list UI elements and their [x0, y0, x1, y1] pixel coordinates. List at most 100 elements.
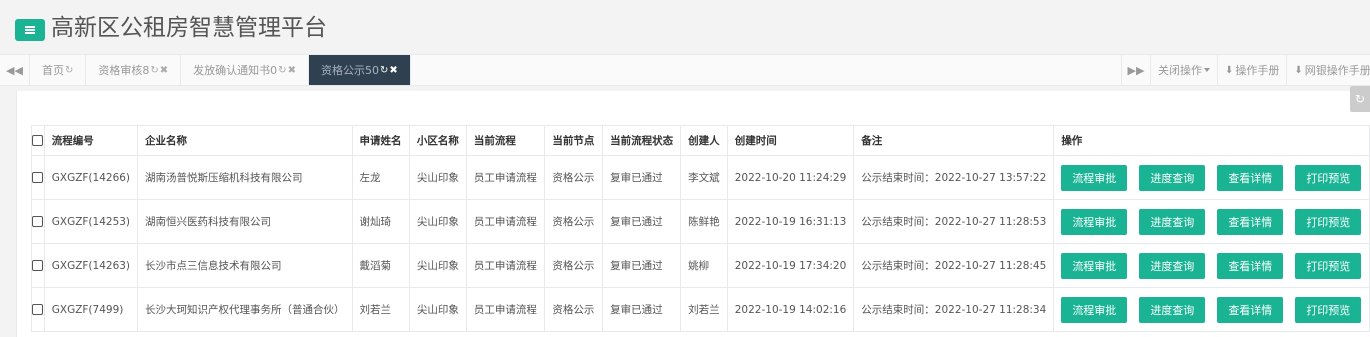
cell-applicant: 戴滔菊	[351, 243, 410, 288]
progress-query-button[interactable]: 进度查询	[1139, 164, 1206, 191]
cell-creator: 李文斌	[680, 155, 728, 200]
cell-process: 员工申请流程	[465, 287, 546, 332]
cell-node: 资格公示	[544, 243, 604, 288]
refresh-icon[interactable]: ↻	[65, 65, 73, 76]
progress-query-button[interactable]: 进度查询	[1139, 252, 1206, 279]
col-header[interactable]: 申请姓名	[351, 125, 410, 156]
tab-qualification-publicity[interactable]: 资格公示50 ↻ ✖	[308, 55, 411, 85]
cell-process: 员工申请流程	[465, 199, 546, 244]
print-preview-button[interactable]: 打印预览	[1295, 252, 1362, 279]
table-row[interactable]: GXGZF(14253) 湖南恒兴医药科技有限公司 谢灿琦 尖山印象 员工申请流…	[31, 199, 1370, 244]
cell-status: 复审已通过	[602, 287, 682, 332]
cell-company: 湖南汤普悦斯压缩机科技有限公司	[137, 155, 353, 200]
manual-download-link[interactable]: ⬇ 操作手册	[1218, 55, 1288, 85]
col-header[interactable]: 备注	[853, 125, 1055, 156]
tab-home[interactable]: 首页 ↻	[30, 55, 87, 85]
row-select-cell	[31, 155, 45, 200]
col-header[interactable]: 当前流程	[465, 125, 546, 156]
col-header[interactable]: 当前流程状态	[602, 125, 682, 156]
view-details-button[interactable]: 查看详情	[1217, 296, 1284, 323]
download-icon: ⬇	[1294, 64, 1303, 76]
cell-node: 资格公示	[544, 199, 604, 244]
progress-query-button[interactable]: 进度查询	[1139, 208, 1206, 235]
approve-button[interactable]: 流程审批	[1061, 208, 1128, 235]
hamburger-icon	[25, 26, 35, 34]
close-icon[interactable]: ✖	[389, 65, 397, 76]
tab-issue-notice[interactable]: 发放确认通知书0 ↻ ✖	[181, 55, 309, 85]
table-row[interactable]: GXGZF(7499) 长沙大珂知识产权代理事务所（普通合伙） 刘若兰 尖山印象…	[31, 287, 1370, 332]
select-all-checkbox[interactable]	[32, 135, 44, 146]
cell-remark: 公示结束时间：2022-10-27 11:28:34	[853, 287, 1055, 332]
refresh-icon[interactable]: ↻	[278, 65, 286, 76]
double-left-arrow-icon: ◀◀	[6, 63, 23, 77]
cell-process-no: GXGZF(7499)	[43, 287, 139, 332]
cell-applicant: 左龙	[351, 155, 410, 200]
cell-created-time: 2022-10-19 16:31:13	[726, 199, 855, 244]
cell-actions: 流程审批 进度查询 查看详情 打印预览	[1053, 155, 1370, 200]
tab-label: 资格审核8	[98, 64, 150, 77]
cell-status: 复审已通过	[602, 155, 682, 200]
refresh-icon: ↻	[1354, 92, 1366, 106]
approve-button[interactable]: 流程审批	[1061, 252, 1128, 279]
cell-company: 长沙大珂知识产权代理事务所（普通合伙）	[137, 287, 353, 332]
cell-applicant: 谢灿琦	[351, 199, 410, 244]
print-preview-button[interactable]: 打印预览	[1295, 208, 1362, 235]
cell-community: 尖山印象	[408, 199, 467, 244]
cell-node: 资格公示	[544, 155, 604, 200]
col-header[interactable]: 当前节点	[544, 125, 604, 156]
double-right-arrow-icon: ▶▶	[1127, 63, 1145, 77]
records-table: 流程编号 企业名称 申请姓名 小区名称 当前流程 当前节点 当前流程状态 创建人…	[31, 125, 1370, 332]
tab-label: 首页	[42, 64, 64, 77]
row-checkbox[interactable]	[32, 304, 44, 315]
tab-qualification-review[interactable]: 资格审核8 ↻ ✖	[86, 55, 182, 85]
table-header-row: 流程编号 企业名称 申请姓名 小区名称 当前流程 当前节点 当前流程状态 创建人…	[31, 125, 1370, 156]
col-header[interactable]: 小区名称	[408, 125, 467, 156]
row-checkbox[interactable]	[32, 216, 44, 227]
col-header[interactable]: 创建时间	[726, 125, 855, 156]
view-details-button[interactable]: 查看详情	[1217, 252, 1284, 279]
row-select-cell	[31, 243, 45, 288]
app-title: 高新区公租房智慧管理平台	[51, 15, 327, 41]
cell-created-time: 2022-10-19 17:34:20	[726, 243, 855, 288]
cell-remark: 公示结束时间：2022-10-27 11:28:53	[853, 199, 1055, 244]
approve-button[interactable]: 流程审批	[1061, 296, 1128, 323]
cell-remark: 公示结束时间：2022-10-27 11:28:45	[853, 243, 1055, 288]
view-details-button[interactable]: 查看详情	[1217, 164, 1284, 191]
table-refresh-button[interactable]: ↻	[1350, 86, 1370, 112]
bank-manual-download-link[interactable]: ⬇ 网银操作手册	[1287, 55, 1370, 85]
cell-process-no: GXGZF(14263)	[43, 243, 139, 288]
approve-button[interactable]: 流程审批	[1061, 164, 1128, 191]
tabs-scroll-right-button[interactable]: ▶▶	[1121, 55, 1151, 85]
progress-query-button[interactable]: 进度查询	[1139, 296, 1206, 323]
tabs-scroll-left-button[interactable]: ◀◀	[0, 55, 30, 85]
print-preview-button[interactable]: 打印预览	[1295, 164, 1362, 191]
refresh-icon[interactable]: ↻	[380, 65, 388, 76]
view-details-button[interactable]: 查看详情	[1217, 208, 1284, 235]
row-checkbox[interactable]	[32, 172, 44, 183]
col-header[interactable]: 流程编号	[43, 125, 139, 156]
tab-label: 资格公示50	[320, 64, 379, 77]
row-checkbox[interactable]	[32, 260, 44, 271]
cell-process-no: GXGZF(14253)	[43, 199, 139, 244]
cell-actions: 流程审批 进度查询 查看详情 打印预览	[1053, 287, 1370, 332]
col-header[interactable]: 创建人	[680, 125, 728, 156]
cell-process-no: GXGZF(14266)	[43, 155, 139, 200]
cell-status: 复审已通过	[602, 243, 682, 288]
col-header[interactable]: 企业名称	[137, 125, 353, 156]
download-icon: ⬇	[1225, 64, 1234, 76]
cell-created-time: 2022-10-20 11:24:29	[726, 155, 855, 200]
cell-creator: 姚柳	[680, 243, 728, 288]
cell-created-time: 2022-10-19 14:02:16	[726, 287, 855, 332]
refresh-icon[interactable]: ↻	[150, 65, 158, 76]
cell-process: 员工申请流程	[465, 155, 546, 200]
caret-down-icon	[1204, 68, 1210, 72]
close-icon[interactable]: ✖	[160, 65, 168, 76]
select-all-cell	[31, 125, 45, 156]
table-row[interactable]: GXGZF(14266) 湖南汤普悦斯压缩机科技有限公司 左龙 尖山印象 员工申…	[31, 155, 1370, 200]
close-icon[interactable]: ✖	[288, 65, 296, 76]
close-ops-dropdown[interactable]: 关闭操作	[1151, 55, 1218, 85]
table-row[interactable]: GXGZF(14263) 长沙市点三信息技术有限公司 戴滔菊 尖山印象 员工申请…	[31, 243, 1370, 288]
menu-toggle-button[interactable]	[15, 19, 45, 41]
print-preview-button[interactable]: 打印预览	[1295, 296, 1362, 323]
header: 高新区公租房智慧管理平台	[0, 0, 1370, 54]
